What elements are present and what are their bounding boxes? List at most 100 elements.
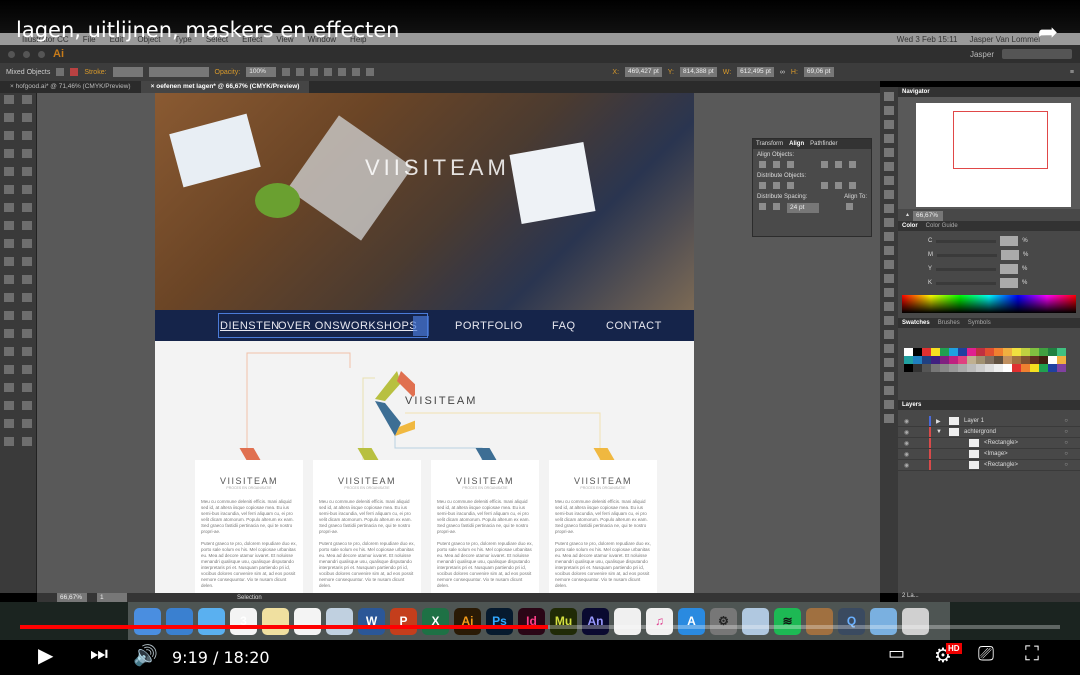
visibility-eye-icon[interactable]: ◉ xyxy=(904,440,914,447)
visibility-eye-icon[interactable]: ◉ xyxy=(904,429,914,436)
visibility-eye-icon[interactable]: ◉ xyxy=(904,418,914,425)
tool-icon[interactable] xyxy=(4,383,14,392)
tool-icon[interactable] xyxy=(22,113,32,122)
artboard[interactable]: VIISITEAM DIENSTEN OVER ONS WORKSHOPS PO… xyxy=(155,93,694,593)
tool-icon[interactable] xyxy=(4,293,14,302)
dock-quicktime-icon[interactable]: Q xyxy=(838,607,865,635)
swatch[interactable] xyxy=(985,364,994,372)
layer-name[interactable]: <Rectangle> xyxy=(984,440,1018,446)
tool-icon[interactable] xyxy=(22,437,32,446)
tab-oefenen[interactable]: × oefenen met lagen* @ 66,67% (CMYK/Prev… xyxy=(140,81,310,93)
dock-finder-icon[interactable] xyxy=(134,607,161,635)
tool-icon[interactable] xyxy=(4,257,14,266)
panel-toggle-icon[interactable] xyxy=(884,274,894,283)
opacity-label[interactable]: Opacity: xyxy=(215,69,241,76)
swatch[interactable] xyxy=(1057,348,1066,356)
navigator-preview[interactable] xyxy=(898,97,1080,209)
swatch[interactable] xyxy=(994,356,1003,364)
channel-slider[interactable] xyxy=(936,239,997,243)
panel-toggle-icon[interactable] xyxy=(884,316,894,325)
layer-name[interactable]: <Rectangle> xyxy=(984,462,1018,468)
swatch[interactable] xyxy=(931,356,940,364)
dock-muse-icon[interactable]: Mu xyxy=(550,607,577,635)
fill-swatch[interactable] xyxy=(56,68,65,76)
exit-fullscreen-icon[interactable]: ⛶ xyxy=(1025,643,1039,666)
swatch[interactable] xyxy=(994,348,1003,356)
brush-field[interactable] xyxy=(148,67,209,77)
nav-portfolio[interactable]: PORTFOLIO xyxy=(455,320,523,332)
color-spectrum[interactable] xyxy=(902,295,1076,313)
tool-icon[interactable] xyxy=(4,275,14,284)
align-objects-buttons[interactable] xyxy=(753,159,871,170)
tool-icon[interactable] xyxy=(22,275,32,284)
swatch[interactable] xyxy=(913,348,922,356)
tool-icon[interactable] xyxy=(22,257,32,266)
color-channel-k[interactable]: K% xyxy=(898,276,1080,290)
visibility-eye-icon[interactable]: ◉ xyxy=(904,451,914,458)
play-icon[interactable]: ▶ xyxy=(38,643,53,668)
dock-excel-icon[interactable]: X xyxy=(422,607,449,635)
swatch[interactable] xyxy=(1039,348,1048,356)
panel-toggle-icon[interactable] xyxy=(884,148,894,157)
dock-calendar-icon[interactable]: 3 xyxy=(230,607,257,635)
layer-row[interactable]: ◉ <Image> ○ xyxy=(898,449,1080,460)
navigator-title[interactable]: Navigator xyxy=(902,89,930,95)
dock-reminders-icon[interactable] xyxy=(294,607,321,635)
tab-color-guide[interactable]: Color Guide xyxy=(926,223,958,229)
channel-slider[interactable] xyxy=(937,253,997,257)
video-progress-bar[interactable] xyxy=(20,625,1060,629)
distribute-vertical-icon[interactable] xyxy=(759,203,766,210)
swatch[interactable] xyxy=(904,364,913,372)
tool-icon[interactable] xyxy=(4,419,14,428)
video-title[interactable]: lagen, uitlijnen, maskers en effecten xyxy=(16,18,399,42)
panel-toggle-icon[interactable] xyxy=(884,176,894,185)
tool-icon[interactable] xyxy=(4,95,14,104)
swatch[interactable] xyxy=(1021,364,1030,372)
swatch[interactable] xyxy=(1012,348,1021,356)
channel-value-field[interactable] xyxy=(1000,236,1019,246)
swatch[interactable] xyxy=(1048,348,1057,356)
w-field[interactable]: 612,495 pt xyxy=(737,67,774,77)
tool-icon[interactable] xyxy=(4,437,14,446)
opacity-field[interactable]: 100% xyxy=(246,67,277,77)
dock-itunes-icon[interactable]: ♫ xyxy=(646,607,673,635)
tool-icon[interactable] xyxy=(4,185,14,194)
tool-icon[interactable] xyxy=(4,239,14,248)
tool-icon[interactable] xyxy=(22,131,32,140)
channel-value-field[interactable] xyxy=(1000,264,1019,274)
swatch[interactable] xyxy=(1012,364,1021,372)
align-to-dropdown[interactable] xyxy=(846,203,853,210)
dock-indesign-icon[interactable]: Id xyxy=(518,607,545,635)
swatch[interactable] xyxy=(913,356,922,364)
panel-toggle-icon[interactable] xyxy=(884,120,894,129)
swatch[interactable] xyxy=(931,348,940,356)
swatch[interactable] xyxy=(904,356,913,364)
tool-icon[interactable] xyxy=(22,401,32,410)
layer-name[interactable]: <Image> xyxy=(984,451,1008,457)
tool-icon[interactable] xyxy=(4,221,14,230)
panel-toggle-icon[interactable] xyxy=(884,386,894,395)
tab-swatches[interactable]: Swatches xyxy=(902,320,930,326)
stroke-swatch[interactable] xyxy=(70,68,79,76)
swatch[interactable] xyxy=(1030,364,1039,372)
tool-icon[interactable] xyxy=(4,113,14,122)
tool-icon[interactable] xyxy=(22,419,32,428)
tool-icon[interactable] xyxy=(4,203,14,212)
color-channel-c[interactable]: C% xyxy=(898,234,1080,248)
align-bottom-icon[interactable] xyxy=(352,68,361,76)
tool-icon[interactable] xyxy=(22,95,32,104)
close-window-button[interactable] xyxy=(8,50,15,58)
panel-toggle-icon[interactable] xyxy=(884,330,894,339)
swatch[interactable] xyxy=(1039,364,1048,372)
layer-name[interactable]: achtergrond xyxy=(964,429,996,435)
dock-downloads-icon[interactable] xyxy=(870,607,897,635)
visibility-eye-icon[interactable]: ◉ xyxy=(904,462,914,469)
swatch[interactable] xyxy=(1021,348,1030,356)
swatch[interactable] xyxy=(949,364,958,372)
channel-slider[interactable] xyxy=(936,281,997,285)
swatch[interactable] xyxy=(913,364,922,372)
target-circle-icon[interactable]: ○ xyxy=(1064,462,1068,468)
swatch[interactable] xyxy=(1003,364,1012,372)
layer-row[interactable]: ◉ <Rectangle> ○ xyxy=(898,460,1080,471)
stroke-label[interactable]: Stroke: xyxy=(84,69,106,76)
